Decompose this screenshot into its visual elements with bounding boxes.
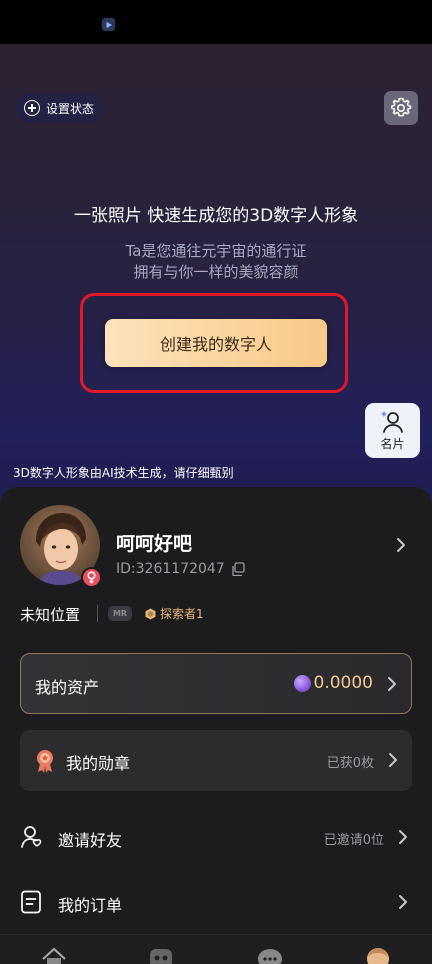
coin-icon <box>294 675 311 692</box>
medals-count: 已获0枚 <box>326 756 374 771</box>
play-icon <box>102 18 115 31</box>
create-digital-human-button[interactable]: 创建我的数字人 <box>105 319 327 367</box>
business-card-icon <box>380 410 403 433</box>
chevron-right-icon <box>388 677 396 691</box>
my-medals-card[interactable]: 我的勋章 已获0枚 <box>20 730 412 791</box>
user-id-row: ID:3261172047 <box>116 561 245 577</box>
hero-title: 一张照片 快速生成您的3D数字人形象 <box>73 206 359 226</box>
assets-value: 0.0000 <box>313 673 373 693</box>
medals-label: 我的勋章 <box>66 754 131 773</box>
explorer-badge-icon <box>145 608 156 619</box>
mr-badge-label: MR <box>112 609 128 618</box>
orders-label: 我的订单 <box>58 896 123 915</box>
profile-icon[interactable] <box>363 945 393 964</box>
user-id: ID:3261172047 <box>116 561 225 577</box>
set-status-label: 设置状态 <box>46 101 95 116</box>
vr-headset-icon: MR <box>108 606 132 621</box>
my-assets-card[interactable]: 我的资产 0.0000 <box>20 653 412 714</box>
my-orders-row[interactable]: 我的订单 <box>20 882 412 922</box>
gear-icon <box>390 97 412 117</box>
invite-count: 已邀请0位 <box>323 833 384 848</box>
invite-label: 邀请好友 <box>58 831 123 850</box>
hero-subtitle-1: Ta是您通往元宇宙的通行证 <box>125 242 307 260</box>
set-status-button[interactable]: 设置状态 <box>16 93 106 123</box>
medal-icon <box>37 750 53 773</box>
business-card-label: 名片 <box>380 436 405 451</box>
level-badge: 探索者1 <box>145 605 204 622</box>
order-list-icon <box>21 890 41 914</box>
settings-button[interactable] <box>384 91 418 125</box>
nickname: 呵呵好吧 <box>116 533 193 555</box>
chevron-right-icon <box>399 895 407 909</box>
assets-label: 我的资产 <box>35 678 100 697</box>
status-bar <box>0 0 432 44</box>
business-card-button[interactable]: 名片 <box>365 403 420 458</box>
home-icon[interactable] <box>39 945 69 964</box>
chat-icon[interactable] <box>255 945 285 964</box>
robot-icon[interactable] <box>146 945 176 964</box>
plus-circle-icon <box>24 100 40 116</box>
female-icon <box>81 567 102 588</box>
chevron-right-icon <box>399 830 407 844</box>
hero-subtitle-2: 拥有与你一样的美貌容颜 <box>133 263 299 281</box>
copy-icon[interactable] <box>231 562 245 576</box>
level-badge-label: 探索者1 <box>160 607 204 621</box>
invite-friends-row[interactable]: 邀请好友 已邀请0位 <box>20 817 412 857</box>
location: 未知位置 <box>20 606 81 624</box>
bottom-nav <box>0 934 432 964</box>
chevron-right-icon[interactable] <box>396 537 406 553</box>
chevron-right-icon <box>389 753 397 767</box>
ai-notice: 3D数字人形象由AI技术生成，请仔细甄别 <box>13 466 234 480</box>
divider <box>97 605 98 622</box>
user-plus-icon <box>21 826 42 848</box>
